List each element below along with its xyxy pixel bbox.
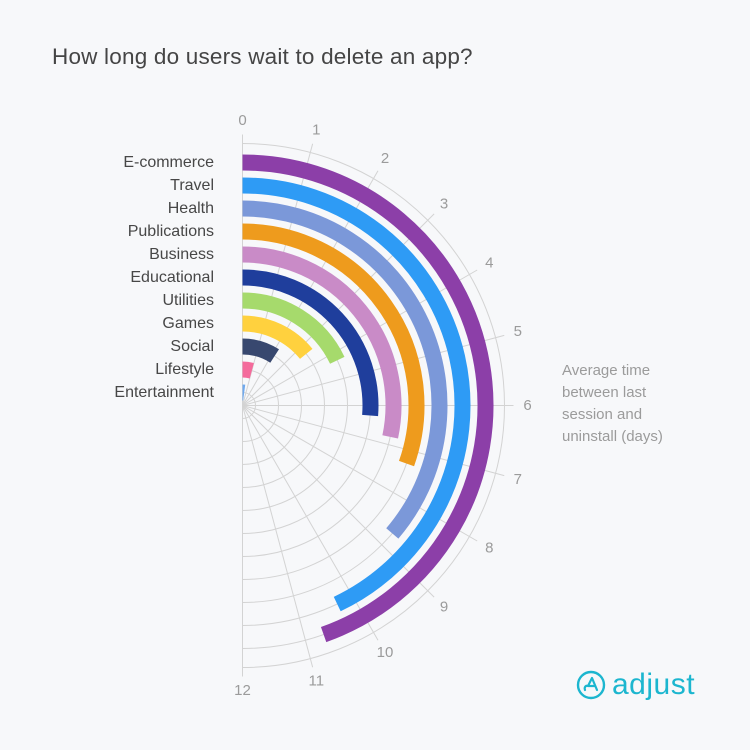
category-label-utilities: Utilities xyxy=(162,292,214,309)
category-label-entertainment: Entertainment xyxy=(114,384,214,401)
bar-social xyxy=(242,338,279,363)
tick-label: 4 xyxy=(485,255,493,272)
tick-label: 3 xyxy=(440,195,448,212)
category-label-travel: Travel xyxy=(170,177,214,194)
category-label-e-commerce: E-commerce xyxy=(123,154,214,171)
tick-label: 9 xyxy=(440,599,448,616)
value-axis-label-line: between last xyxy=(562,384,647,401)
value-axis-label-line: Average time xyxy=(562,362,651,379)
category-label-health: Health xyxy=(168,200,214,217)
tick-label: 11 xyxy=(308,672,324,689)
tick-label: 2 xyxy=(381,150,389,167)
tick-label: 5 xyxy=(514,323,522,340)
bar-lifestyle xyxy=(242,361,254,379)
category-label-business: Business xyxy=(149,246,214,263)
tick-label: 0 xyxy=(238,112,246,129)
tick-label: 6 xyxy=(523,397,531,414)
category-label-lifestyle: Lifestyle xyxy=(155,361,214,378)
value-axis-label-line: session and xyxy=(562,406,643,423)
brand-logo: adjust xyxy=(576,668,695,702)
grid-spoke xyxy=(242,405,379,641)
grid-spoke xyxy=(242,405,435,598)
brand-name: adjust xyxy=(612,668,696,701)
category-label-educational: Educational xyxy=(130,269,214,286)
adjust-logo-icon xyxy=(576,670,606,700)
tick-label: 12 xyxy=(234,682,251,699)
category-label-publications: Publications xyxy=(128,223,214,240)
tick-label: 7 xyxy=(514,471,522,488)
category-labels: E-commerce Travel Health Publications Busine… xyxy=(114,154,214,401)
grid-spoke xyxy=(242,405,314,668)
value-axis-label-line: uninstall (days) xyxy=(562,428,663,445)
value-axis-label: Average time between last session and un… xyxy=(562,360,663,448)
category-label-social: Social xyxy=(170,338,214,355)
tick-label: 1 xyxy=(312,122,320,139)
bars xyxy=(242,154,494,643)
tick-label: 8 xyxy=(485,540,493,557)
category-label-games: Games xyxy=(162,315,214,332)
tick-label: 10 xyxy=(377,644,394,661)
